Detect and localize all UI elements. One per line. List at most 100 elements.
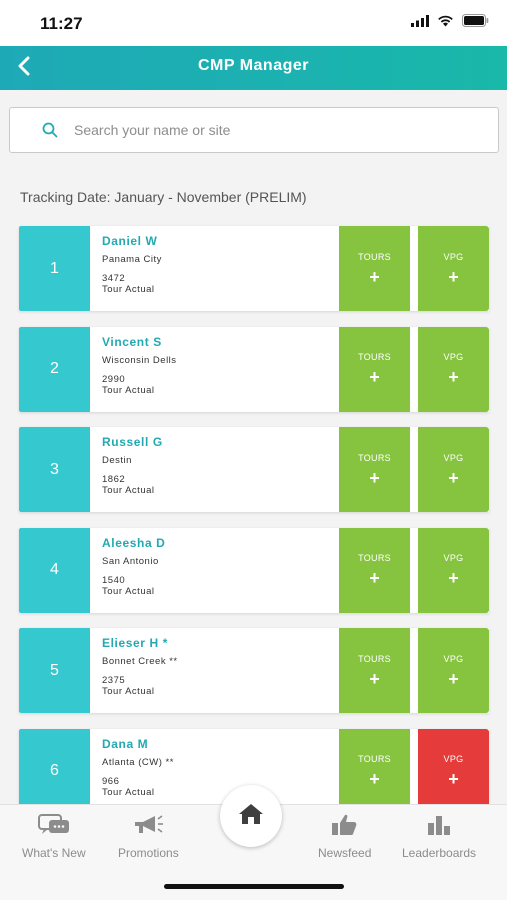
rank-badge: 3 — [19, 427, 90, 512]
plus-icon: + — [369, 467, 380, 488]
home-indicator — [164, 884, 344, 889]
home-button[interactable] — [220, 785, 282, 847]
vpg-button[interactable]: VPG + — [418, 326, 489, 412]
search-input[interactable] — [74, 122, 454, 138]
tab-whats-new[interactable]: What's New — [22, 813, 86, 860]
search-icon — [40, 120, 60, 140]
tab-promotions[interactable]: Promotions — [118, 813, 179, 860]
tab-newsfeed[interactable]: Newsfeed — [318, 813, 371, 860]
rank-badge: 1 — [19, 226, 90, 311]
entry-info: Russell G Destin 1862 Tour Actual — [90, 427, 339, 512]
tracking-date: Tracking Date: January - November (PRELI… — [20, 189, 307, 205]
megaphone-icon — [131, 813, 165, 842]
status-bar: 11:27 — [0, 0, 507, 46]
entry-count-label: Tour Actual — [102, 384, 155, 396]
entry-site: San Antonio — [102, 555, 159, 567]
tours-label: TOURS — [358, 352, 391, 362]
entry-site: Wisconsin Dells — [102, 354, 177, 366]
tours-label: TOURS — [358, 754, 391, 764]
entry-site: Destin — [102, 455, 132, 466]
rank-badge: 5 — [19, 628, 90, 713]
plus-icon: + — [448, 568, 459, 588]
tours-button[interactable]: TOURS + — [339, 326, 410, 412]
plus-icon: + — [448, 769, 459, 789]
tours-button[interactable]: TOURS + — [339, 728, 410, 814]
entry-count-label: Tour Actual — [102, 284, 155, 295]
list-item[interactable]: 1 Daniel W Panama City 3472 Tour Actual … — [19, 226, 489, 311]
entry-site: Atlanta (CW) ** — [102, 756, 174, 768]
thumbs-up-icon — [328, 813, 362, 842]
vpg-button[interactable]: VPG + — [418, 527, 489, 613]
entry-count-label: Tour Actual — [102, 485, 155, 496]
plus-icon: + — [448, 668, 459, 689]
bar-chart-icon — [422, 813, 456, 842]
list-item[interactable]: 3 Russell G Destin 1862 Tour Actual TOUR… — [19, 427, 489, 512]
list-item[interactable]: 5 Elieser H * Bonnet Creek ** 2375 Tour … — [19, 628, 489, 713]
entry-name: Daniel W — [102, 234, 158, 248]
entry-count-label: Tour Actual — [102, 585, 155, 597]
vpg-button[interactable]: VPG + — [418, 728, 489, 814]
vpg-button[interactable]: VPG + — [418, 427, 489, 512]
tab-label: What's New — [22, 846, 86, 860]
tours-button[interactable]: TOURS + — [339, 226, 410, 311]
entry-name: Dana M — [102, 736, 149, 751]
tab-label: Newsfeed — [318, 846, 372, 860]
tours-button[interactable]: TOURS + — [339, 427, 410, 512]
entry-count: 3472 — [102, 273, 126, 284]
plus-icon: + — [448, 467, 459, 488]
plus-icon: + — [448, 266, 459, 287]
divider — [410, 527, 418, 613]
entry-info: Elieser H * Bonnet Creek ** 2375 Tour Ac… — [90, 628, 339, 713]
vpg-label: VPG — [443, 352, 464, 362]
vpg-button[interactable]: VPG + — [418, 628, 489, 713]
rank-badge: 6 — [19, 728, 90, 814]
entry-count: 966 — [102, 775, 120, 787]
list-item[interactable]: 2 Vincent S Wisconsin Dells 2990 Tour Ac… — [19, 326, 489, 412]
entry-name: Elieser H * — [102, 636, 168, 650]
plus-icon: + — [369, 266, 380, 287]
entry-name: Russell G — [102, 435, 163, 449]
entry-info: Dana M Atlanta (CW) ** 966 Tour Actual — [90, 729, 339, 814]
vpg-button[interactable]: VPG + — [418, 226, 489, 311]
vpg-label: VPG — [443, 452, 464, 463]
plus-icon: + — [369, 668, 380, 689]
entry-count: 1862 — [102, 474, 126, 485]
plus-icon: + — [369, 367, 380, 387]
plus-icon: + — [369, 568, 380, 588]
leaderboard-list: 1 Daniel W Panama City 3472 Tour Actual … — [19, 226, 489, 829]
tours-label: TOURS — [358, 452, 391, 463]
search-box[interactable] — [9, 107, 499, 153]
page-title: CMP Manager — [197, 57, 309, 74]
vpg-label: VPG — [443, 553, 464, 563]
divider — [410, 226, 418, 311]
rank-badge: 2 — [19, 326, 90, 412]
divider — [410, 427, 418, 512]
entry-count-label: Tour Actual — [102, 786, 155, 798]
tours-label: TOURS — [358, 251, 391, 262]
signal-icon — [411, 14, 429, 32]
tab-label: Leaderboards — [402, 846, 477, 860]
tab-label: Promotions — [118, 846, 179, 860]
divider — [410, 728, 418, 814]
divider — [410, 628, 418, 713]
status-time: 11:27 — [40, 14, 83, 33]
vpg-label: VPG — [443, 754, 464, 764]
divider — [410, 326, 418, 412]
entry-count-label: Tour Actual — [102, 686, 155, 697]
tours-button[interactable]: TOURS + — [339, 527, 410, 613]
entry-site: Bonnet Creek ** — [102, 656, 178, 667]
app-header: CMP Manager — [0, 46, 507, 90]
tours-label: TOURS — [358, 553, 391, 563]
plus-icon: + — [369, 769, 380, 789]
entry-info: Vincent S Wisconsin Dells 2990 Tour Actu… — [90, 327, 339, 412]
battery-icon — [462, 14, 489, 32]
entry-name: Aleesha D — [102, 535, 166, 550]
entry-count: 2990 — [102, 373, 126, 385]
status-icons — [411, 14, 489, 32]
tours-label: TOURS — [358, 653, 391, 664]
tab-leaderboards[interactable]: Leaderboards — [402, 813, 476, 860]
home-icon — [237, 802, 265, 831]
list-item[interactable]: 4 Aleesha D San Antonio 1540 Tour Actual… — [19, 527, 489, 613]
tours-button[interactable]: TOURS + — [339, 628, 410, 713]
wifi-icon — [437, 14, 454, 32]
